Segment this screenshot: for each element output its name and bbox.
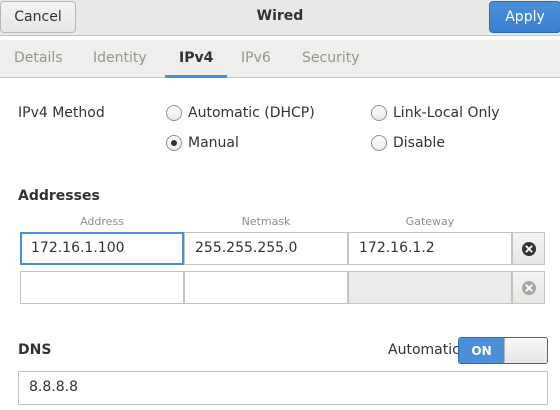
- addresses-label: Addresses: [18, 188, 100, 204]
- radio-disable[interactable]: Disable: [371, 135, 445, 151]
- dns-automatic-switch[interactable]: ON: [458, 337, 548, 364]
- column-header-gateway: Gateway: [405, 215, 455, 228]
- gateway-field-disabled: [348, 271, 512, 304]
- radio-automatic-dhcp[interactable]: Automatic (DHCP): [166, 105, 315, 121]
- radio-label: Link-Local Only: [393, 105, 500, 121]
- address-field[interactable]: [20, 271, 184, 304]
- delete-address-button[interactable]: [512, 232, 545, 265]
- column-header-netmask: Netmask: [241, 215, 291, 228]
- radio-indicator: [371, 105, 387, 121]
- dns-label: DNS: [18, 342, 52, 358]
- delete-address-button[interactable]: [512, 271, 545, 304]
- ipv4-method-label: IPv4 Method: [18, 105, 105, 121]
- switch-on-label: ON: [459, 338, 504, 363]
- column-header-address: Address: [80, 215, 124, 228]
- tab-ipv6[interactable]: IPv6: [241, 50, 271, 78]
- dns-server-field[interactable]: 8.8.8.8: [18, 371, 548, 405]
- address-field[interactable]: 172.16.1.100: [20, 232, 184, 265]
- netmask-field[interactable]: 255.255.255.0: [184, 232, 348, 265]
- tab-identity[interactable]: Identity: [93, 50, 147, 78]
- tab-security[interactable]: Security: [302, 50, 360, 78]
- apply-button[interactable]: Apply: [489, 1, 560, 33]
- tab-bar: Details Identity IPv4 IPv6 Security: [0, 40, 560, 78]
- gateway-field[interactable]: 172.16.1.2: [348, 232, 512, 265]
- radio-indicator: [371, 135, 387, 151]
- radio-label: Disable: [393, 135, 445, 151]
- radio-label: Automatic (DHCP): [188, 105, 315, 121]
- delete-icon: [521, 241, 536, 256]
- netmask-field[interactable]: [184, 271, 348, 304]
- tab-details[interactable]: Details: [14, 50, 63, 78]
- switch-knob: [504, 338, 547, 363]
- radio-label: Manual: [188, 135, 239, 151]
- window-title: Wired: [256, 8, 304, 24]
- header-bar: Cancel Wired Apply: [0, 0, 560, 36]
- dns-automatic-label: Automatic: [388, 342, 460, 358]
- radio-link-local-only[interactable]: Link-Local Only: [371, 105, 500, 121]
- tab-ipv4[interactable]: IPv4: [164, 50, 228, 78]
- radio-manual[interactable]: Manual: [166, 135, 239, 151]
- delete-icon: [521, 280, 536, 295]
- radio-indicator-checked: [166, 135, 182, 151]
- radio-indicator: [166, 105, 182, 121]
